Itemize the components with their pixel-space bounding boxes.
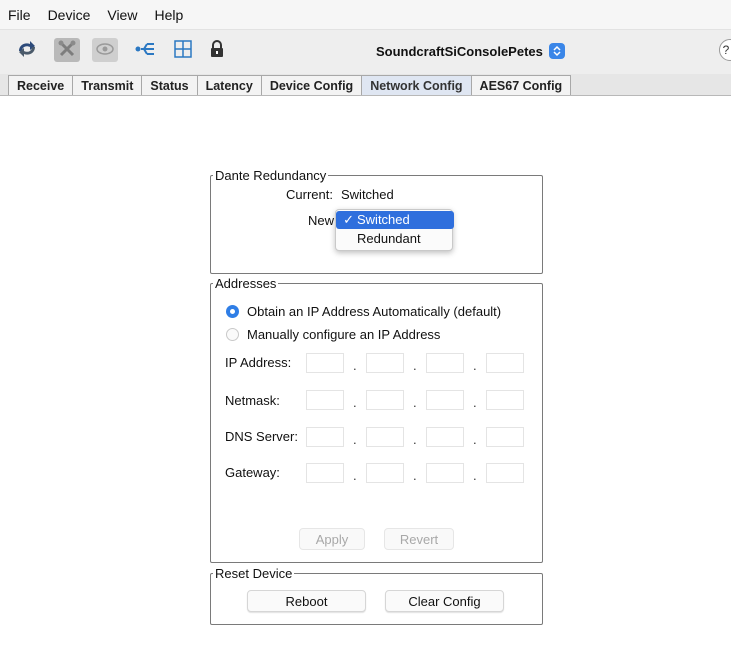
tools-icon (57, 39, 77, 62)
ip-address-octet-3[interactable] (426, 353, 464, 373)
tab-transmit[interactable]: Transmit (72, 75, 143, 95)
tab-receive[interactable]: Receive (8, 75, 74, 95)
addresses-group: Addresses (210, 276, 543, 563)
dns-server-octet-1[interactable] (306, 427, 344, 447)
tab-bar: Receive Transmit Status Latency Device C… (0, 74, 731, 96)
dns-server-octet-4[interactable] (486, 427, 524, 447)
gateway-label: Gateway: (225, 465, 280, 480)
ip-address-octet-2[interactable] (366, 353, 404, 373)
menu-file[interactable]: File (8, 7, 31, 23)
netmask-octet-2[interactable] (366, 390, 404, 410)
tools-button[interactable] (54, 38, 80, 62)
menu-view[interactable]: View (107, 7, 137, 23)
reset-device-legend: Reset Device (215, 566, 293, 581)
tab-aes67-config[interactable]: AES67 Config (470, 75, 572, 95)
revert-button[interactable]: Revert (384, 528, 454, 550)
netmask-label: Netmask: (225, 393, 280, 408)
lock-button[interactable] (204, 38, 230, 62)
auto-ip-radio[interactable]: Obtain an IP Address Automatically (defa… (226, 304, 501, 319)
gateway-octet-1[interactable] (306, 463, 344, 483)
netmask-octet-4[interactable] (486, 390, 524, 410)
tab-network-config[interactable]: Network Config (361, 75, 472, 95)
menu-device[interactable]: Device (48, 7, 91, 23)
menu-bar: File Device View Help (0, 0, 731, 30)
addresses-legend: Addresses (215, 276, 277, 291)
grid-button[interactable] (170, 38, 196, 62)
dns-server-octet-3[interactable] (426, 427, 464, 447)
device-selector[interactable]: SoundcraftSiConsolePetes (376, 41, 565, 61)
gateway-octet-2[interactable] (366, 463, 404, 483)
checkmark-icon: ✓ (343, 212, 354, 227)
toolbar: SoundcraftSiConsolePetes ? (0, 30, 731, 74)
device-name: SoundcraftSiConsolePetes (376, 43, 543, 59)
radio-unselected-icon (226, 328, 239, 341)
chevron-updown-icon (548, 43, 565, 59)
eye-icon (95, 41, 115, 60)
gateway-octet-3[interactable] (426, 463, 464, 483)
tab-status[interactable]: Status (141, 75, 198, 95)
redundancy-legend: Dante Redundancy (215, 168, 327, 183)
help-icon[interactable]: ? (719, 39, 731, 61)
sync-icon (16, 39, 38, 62)
current-label: Current: (286, 187, 333, 202)
clear-config-button[interactable]: Clear Config (385, 590, 504, 612)
current-value: Switched (341, 187, 394, 202)
new-label: New (308, 213, 335, 228)
option-redundant[interactable]: Redundant (336, 230, 454, 248)
ip-address-label: IP Address: (225, 355, 292, 370)
network-port-icon (134, 41, 156, 60)
menu-help[interactable]: Help (154, 7, 183, 23)
dns-server-label: DNS Server: (225, 429, 298, 444)
netmask-octet-1[interactable] (306, 390, 344, 410)
gateway-octet-4[interactable] (486, 463, 524, 483)
padlock-icon (209, 39, 225, 62)
apply-button[interactable]: Apply (299, 528, 365, 550)
tab-device-config[interactable]: Device Config (260, 75, 363, 95)
netmask-octet-3[interactable] (426, 390, 464, 410)
manual-ip-radio[interactable]: Manually configure an IP Address (226, 327, 440, 342)
radio-selected-icon (226, 305, 239, 318)
network-port-button[interactable] (132, 38, 158, 62)
ip-address-octet-4[interactable] (486, 353, 524, 373)
tab-latency[interactable]: Latency (196, 75, 262, 95)
eye-button[interactable] (92, 38, 118, 62)
option-switched[interactable]: ✓ Switched (336, 211, 454, 229)
grid-icon (174, 39, 192, 61)
dns-server-octet-2[interactable] (366, 427, 404, 447)
reboot-button[interactable]: Reboot (247, 590, 366, 612)
redundancy-dropdown-menu[interactable]: ✓ Switched Redundant (335, 209, 454, 251)
sync-button[interactable] (14, 38, 40, 62)
ip-address-octet-1[interactable] (306, 353, 344, 373)
